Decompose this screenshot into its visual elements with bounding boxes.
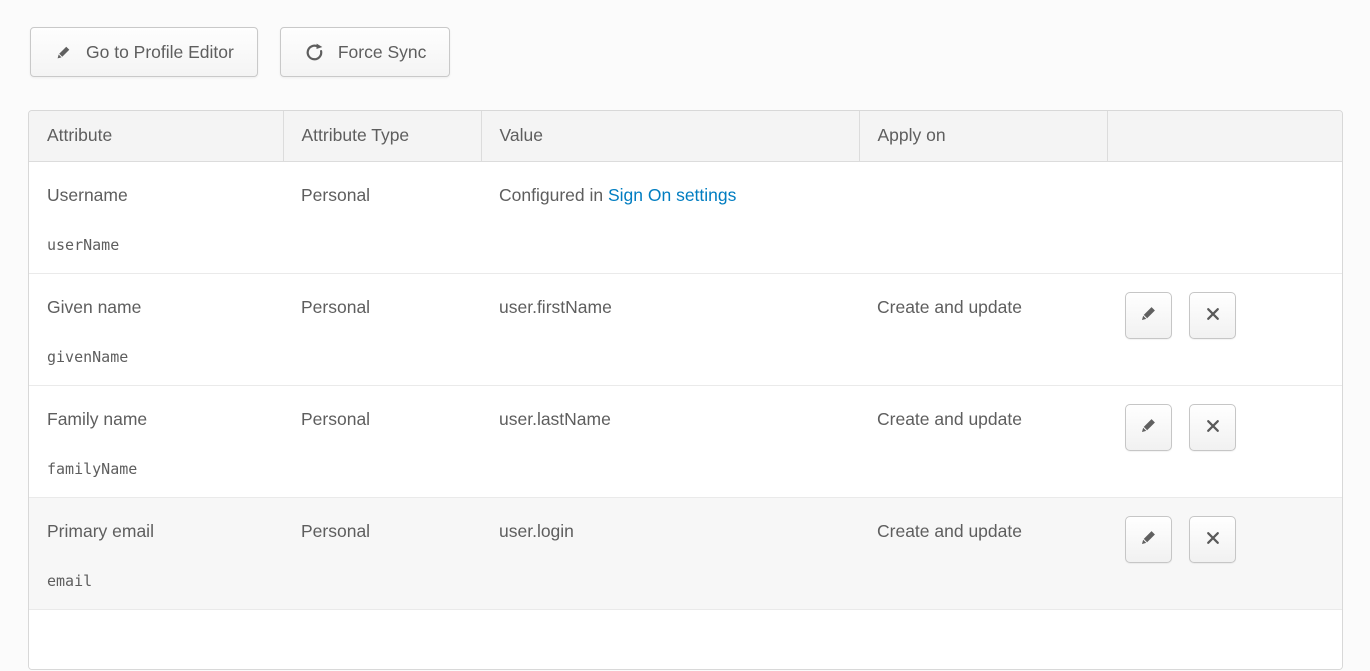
- attribute-label: Family name: [47, 409, 265, 430]
- edit-attribute-button[interactable]: [1125, 404, 1172, 451]
- actions-cell: [1107, 161, 1342, 273]
- attribute-label: Primary email: [47, 521, 265, 542]
- table-row: Family name familyName Personal user.las…: [29, 385, 1342, 497]
- header-apply-on: Apply on: [859, 111, 1107, 161]
- value-cell: user.firstName: [481, 273, 859, 385]
- remove-attribute-button[interactable]: [1189, 404, 1236, 451]
- attribute-code: email: [47, 572, 265, 590]
- attribute-code: givenName: [47, 348, 265, 366]
- header-value: Value: [481, 111, 859, 161]
- value-cell: user.login: [481, 497, 859, 609]
- close-icon: [1203, 416, 1223, 439]
- sign-on-settings-link[interactable]: Sign On settings: [608, 185, 736, 205]
- attribute-label: Username: [47, 185, 265, 206]
- actions-cell: [1107, 497, 1342, 609]
- apply-on-cell: Create and update: [859, 273, 1107, 385]
- close-icon: [1203, 528, 1223, 551]
- go-to-profile-editor-button[interactable]: Go to Profile Editor: [30, 27, 258, 77]
- attribute-type-cell: Personal: [283, 497, 481, 609]
- attribute-type-cell: Personal: [283, 273, 481, 385]
- edit-attribute-button[interactable]: [1125, 292, 1172, 339]
- refresh-icon: [304, 42, 325, 63]
- actions-cell: [1107, 273, 1342, 385]
- apply-on-cell: Create and update: [859, 497, 1107, 609]
- attribute-label: Given name: [47, 297, 265, 318]
- attribute-code: familyName: [47, 460, 265, 478]
- edit-attribute-button[interactable]: [1125, 516, 1172, 563]
- remove-attribute-button[interactable]: [1189, 292, 1236, 339]
- pencil-icon: [54, 43, 73, 62]
- force-sync-label: Force Sync: [338, 42, 427, 63]
- header-attribute-type: Attribute Type: [283, 111, 481, 161]
- value-cell: Configured in Sign On settings: [481, 161, 859, 273]
- attribute-type-cell: Personal: [283, 161, 481, 273]
- value-prefix-text: Configured in: [499, 185, 608, 205]
- apply-on-cell: Create and update: [859, 385, 1107, 497]
- table-row: Primary email email Personal user.login …: [29, 497, 1342, 609]
- close-icon: [1203, 304, 1223, 327]
- header-actions: [1107, 111, 1342, 161]
- attribute-code: userName: [47, 236, 265, 254]
- pencil-icon: [1138, 527, 1159, 551]
- go-to-profile-editor-label: Go to Profile Editor: [86, 42, 234, 63]
- header-attribute: Attribute: [29, 111, 283, 161]
- apply-on-cell: [859, 161, 1107, 273]
- remove-attribute-button[interactable]: [1189, 516, 1236, 563]
- table-row-partial: [29, 609, 1342, 669]
- table-row: Given name givenName Personal user.first…: [29, 273, 1342, 385]
- pencil-icon: [1138, 303, 1159, 327]
- force-sync-button[interactable]: Force Sync: [280, 27, 451, 77]
- table-header-row: Attribute Attribute Type Value Apply on: [29, 111, 1342, 161]
- table-row: Username userName Personal Configured in…: [29, 161, 1342, 273]
- actions-cell: [1107, 385, 1342, 497]
- value-cell: user.lastName: [481, 385, 859, 497]
- toolbar: Go to Profile Editor Force Sync: [30, 27, 1370, 77]
- attribute-type-cell: Personal: [283, 385, 481, 497]
- attribute-mappings-table: Attribute Attribute Type Value Apply on …: [28, 110, 1343, 670]
- pencil-icon: [1138, 415, 1159, 439]
